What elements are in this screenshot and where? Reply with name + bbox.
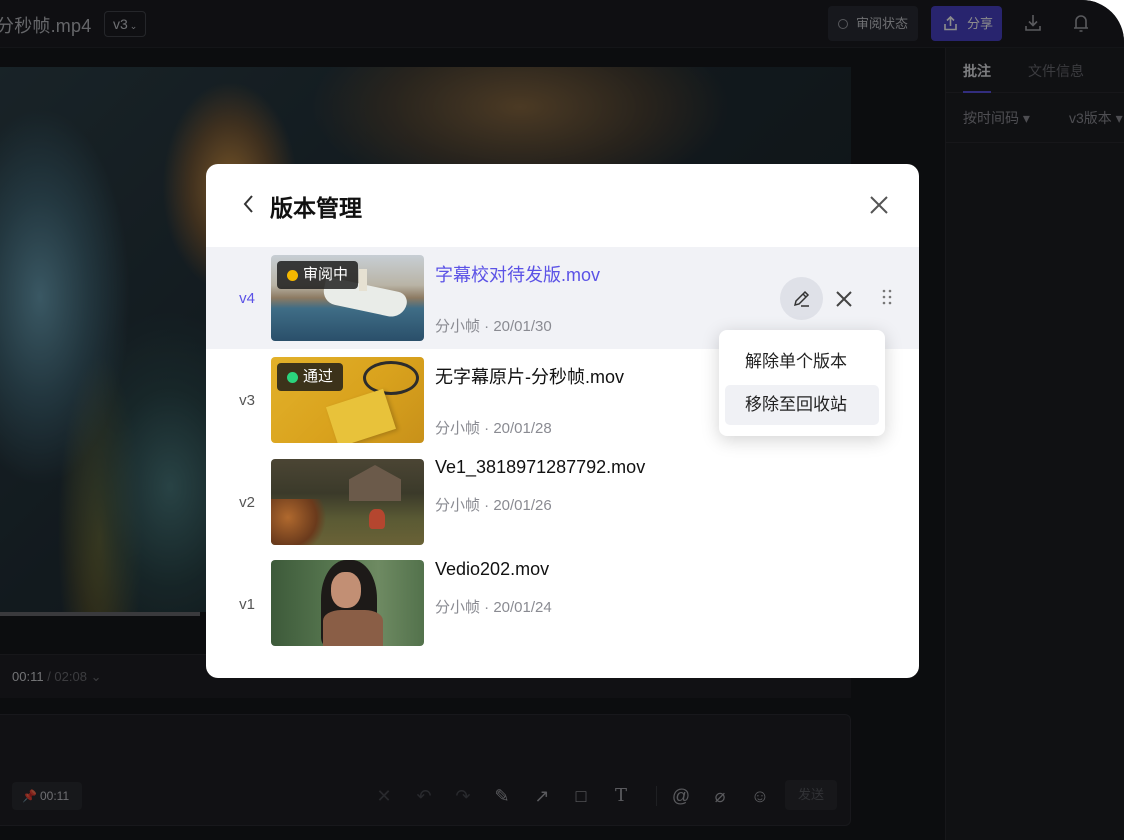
version-number: v2 bbox=[239, 494, 255, 511]
leaves-shape bbox=[271, 499, 327, 545]
figure-shape bbox=[369, 509, 385, 529]
back-icon[interactable] bbox=[238, 191, 260, 217]
file-name[interactable]: Vedio202.mov bbox=[435, 559, 549, 580]
thumbnail[interactable] bbox=[271, 560, 424, 646]
status-dot bbox=[287, 270, 298, 281]
file-meta: 分小帧 · 20/01/28 bbox=[435, 420, 552, 437]
menu-item-move-to-trash[interactable]: 移除至回收站 bbox=[725, 385, 879, 425]
menu-item-detach-version[interactable]: 解除单个版本 bbox=[725, 342, 879, 382]
scissors-shape bbox=[363, 361, 419, 395]
close-icon[interactable] bbox=[866, 192, 892, 218]
version-row[interactable]: v2 Ve1_3818971287792.mov 分小帧 · 20/01/26 bbox=[206, 451, 919, 553]
app-window: 分秒帧.mp4 v3 ⌄ 审阅状态 分享 00:11 / 02:08 ⌄ 📌 00… bbox=[0, 0, 1124, 840]
status-badge: 审阅中 bbox=[277, 261, 359, 289]
thumbnail[interactable]: 审阅中 bbox=[271, 255, 424, 341]
context-menu: 解除单个版本 移除至回收站 bbox=[719, 330, 885, 436]
modal-title: 版本管理 bbox=[270, 195, 362, 221]
status-dot bbox=[287, 372, 298, 383]
figure-shape bbox=[359, 269, 367, 291]
file-name[interactable]: 字幕校对待发版.mov bbox=[435, 261, 600, 287]
version-number: v3 bbox=[239, 392, 255, 409]
version-number: v4 bbox=[239, 290, 255, 307]
file-meta: 分小帧 · 20/01/30 bbox=[435, 318, 552, 335]
status-badge-label: 通过 bbox=[303, 368, 334, 385]
file-meta: 分小帧 · 20/01/24 bbox=[435, 599, 552, 616]
file-meta: 分小帧 · 20/01/26 bbox=[435, 497, 552, 514]
status-badge-label: 审阅中 bbox=[303, 266, 349, 283]
thumbnail[interactable]: 通过 bbox=[271, 357, 424, 443]
file-name[interactable]: 无字幕原片-分秒帧.mov bbox=[435, 363, 624, 389]
file-name[interactable]: Ve1_3818971287792.mov bbox=[435, 457, 645, 478]
version-number: v1 bbox=[239, 596, 255, 613]
paper-shape bbox=[325, 388, 397, 443]
thumbnail[interactable] bbox=[271, 459, 424, 545]
cabin-shape bbox=[349, 465, 401, 501]
edit-button[interactable] bbox=[780, 277, 823, 320]
drag-handle-icon[interactable] bbox=[881, 288, 893, 306]
remove-icon[interactable] bbox=[832, 287, 856, 311]
pencil-icon bbox=[793, 290, 810, 307]
shoulder-shape bbox=[323, 610, 383, 646]
version-row[interactable]: v1 Vedio202.mov 分小帧 · 20/01/24 bbox=[206, 553, 919, 655]
face-shape bbox=[331, 572, 361, 608]
status-badge: 通过 bbox=[277, 363, 344, 391]
